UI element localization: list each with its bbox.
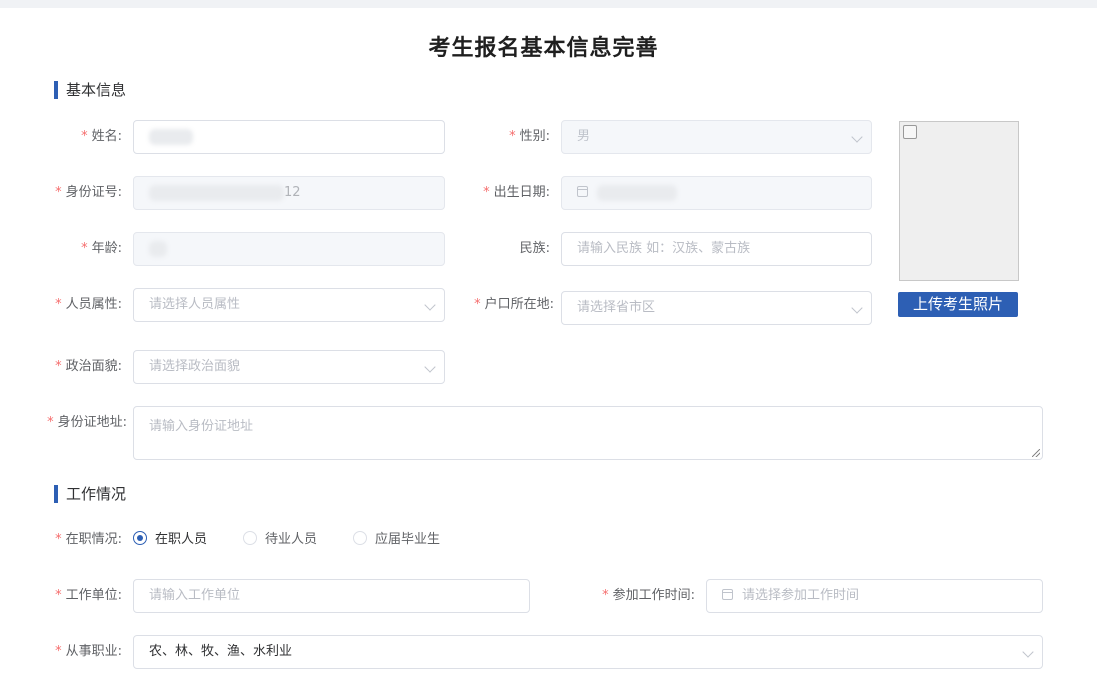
chevron-down-icon: [851, 131, 863, 143]
required-mark: *: [81, 129, 88, 144]
radio-employed[interactable]: 在职人员: [133, 531, 207, 549]
required-mark: *: [55, 297, 62, 312]
age-input[interactable]: [133, 232, 445, 266]
chevron-down-icon: [424, 361, 436, 373]
work-start-picker[interactable]: 请选择参加工作时间: [706, 579, 1043, 613]
id-address-label: * 身份证地址:: [47, 415, 127, 430]
section-basic-info: 基本信息: [54, 81, 126, 99]
household-placeholder: 请选择省市区: [577, 300, 656, 315]
top-bar: [0, 0, 1097, 8]
chevron-down-icon: [424, 299, 436, 311]
name-label: * 姓名:: [81, 129, 122, 144]
birth-date-label: * 出生日期:: [483, 185, 550, 200]
occupation-select[interactable]: 农、林、牧、渔、水利业: [133, 635, 1043, 669]
radio-checked-icon: [133, 531, 147, 545]
required-mark: *: [474, 297, 481, 312]
required-mark: *: [81, 241, 88, 256]
photo-preview: [899, 121, 1019, 281]
birth-date-picker[interactable]: [561, 176, 872, 210]
occupation-label: * 从事职业:: [55, 644, 122, 659]
gender-label: * 性别:: [509, 129, 550, 144]
required-mark: *: [55, 644, 62, 659]
calendar-icon: [722, 589, 733, 600]
ethnicity-placeholder: 请输入民族 如：汉族、蒙古族: [577, 241, 751, 256]
redacted-value: [149, 184, 284, 201]
gender-select[interactable]: 男: [561, 120, 872, 154]
resize-handle-icon[interactable]: [1032, 449, 1040, 457]
employer-placeholder: 请输入工作单位: [149, 588, 241, 603]
chevron-down-icon: [1022, 646, 1034, 658]
redacted-value: [597, 184, 677, 201]
redacted-value: [149, 240, 167, 257]
section-work-info: 工作情况: [54, 485, 126, 503]
image-placeholder-icon: [903, 125, 917, 139]
person-type-label: * 人员属性:: [55, 297, 122, 312]
age-label: * 年龄:: [81, 241, 122, 256]
page-title: 考生报名基本信息完善: [428, 36, 659, 61]
employer-input[interactable]: 请输入工作单位: [133, 579, 530, 613]
radio-unchecked-icon: [353, 531, 367, 545]
required-mark: *: [509, 129, 516, 144]
political-label: * 政治面貌:: [55, 359, 122, 374]
required-mark: *: [483, 185, 490, 200]
id-address-placeholder: 请输入身份证地址: [149, 419, 254, 434]
political-select[interactable]: 请选择政治面貌: [133, 350, 445, 384]
redacted-value: [149, 128, 193, 145]
household-select[interactable]: 请选择省市区: [561, 291, 872, 325]
employer-label: * 工作单位:: [55, 588, 122, 603]
calendar-icon: [577, 186, 588, 197]
person-type-select[interactable]: 请选择人员属性: [133, 288, 445, 322]
id-number-suffix: 12: [284, 185, 301, 200]
required-mark: *: [55, 532, 62, 547]
gender-value: 男: [577, 129, 591, 144]
required-mark: *: [55, 588, 62, 603]
ethnicity-input[interactable]: 请输入民族 如：汉族、蒙古族: [561, 232, 872, 266]
radio-graduate[interactable]: 应届毕业生: [353, 531, 440, 549]
chevron-down-icon: [851, 302, 863, 314]
radio-unchecked-icon: [243, 531, 257, 545]
upload-photo-button[interactable]: 上传考生照片: [898, 292, 1018, 317]
political-placeholder: 请选择政治面貌: [149, 359, 241, 374]
employment-label: * 在职情况:: [55, 532, 122, 547]
person-type-placeholder: 请选择人员属性: [149, 297, 241, 312]
required-mark: *: [602, 588, 609, 603]
ethnicity-label: 民族:: [519, 241, 550, 256]
work-start-label: * 参加工作时间:: [602, 588, 695, 603]
name-input[interactable]: [133, 120, 445, 154]
id-number-label: * 身份证号:: [55, 185, 122, 200]
id-address-textarea[interactable]: 请输入身份证地址: [133, 406, 1043, 460]
radio-unemployed[interactable]: 待业人员: [243, 531, 317, 549]
required-mark: *: [55, 359, 62, 374]
household-label: * 户口所在地:: [474, 297, 554, 312]
occupation-value: 农、林、牧、渔、水利业: [149, 644, 293, 659]
required-mark: *: [47, 415, 54, 430]
required-mark: *: [55, 185, 62, 200]
id-number-input[interactable]: 12: [133, 176, 445, 210]
